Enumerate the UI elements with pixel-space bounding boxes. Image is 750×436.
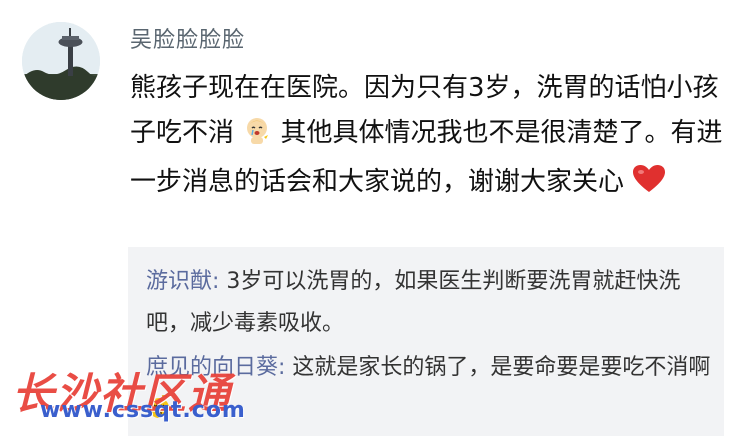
username[interactable]: 吴脸脸脸脸	[130, 25, 245, 57]
reply-text: 3岁可以洗胃的，如果医生判断要洗胃就赶快洗吧，减少毒素吸收。	[146, 269, 681, 336]
reply-separator: :	[212, 269, 227, 294]
reply-item: 游识猷: 3岁可以洗胃的，如果医生判断要洗胃就赶快洗吧，减少毒素吸收。	[146, 261, 716, 345]
reply-author[interactable]: 游识猷	[146, 269, 212, 294]
crying-baby-emoji-icon	[242, 115, 272, 160]
watermark-url: www.cssqt.com	[40, 398, 246, 423]
reply-text: 这就是家长的锅了，是要命要是要吃不消啊	[292, 355, 711, 380]
post-text: 熊孩子现在在医院。因为只有3岁，洗胃的话怕小孩子吃不消 其他具体情况我也不是很清…	[130, 66, 736, 209]
avatar[interactable]	[22, 22, 100, 100]
red-heart-emoji-icon	[632, 164, 666, 209]
reply-separator: :	[278, 355, 293, 380]
avatar-image	[22, 22, 100, 100]
